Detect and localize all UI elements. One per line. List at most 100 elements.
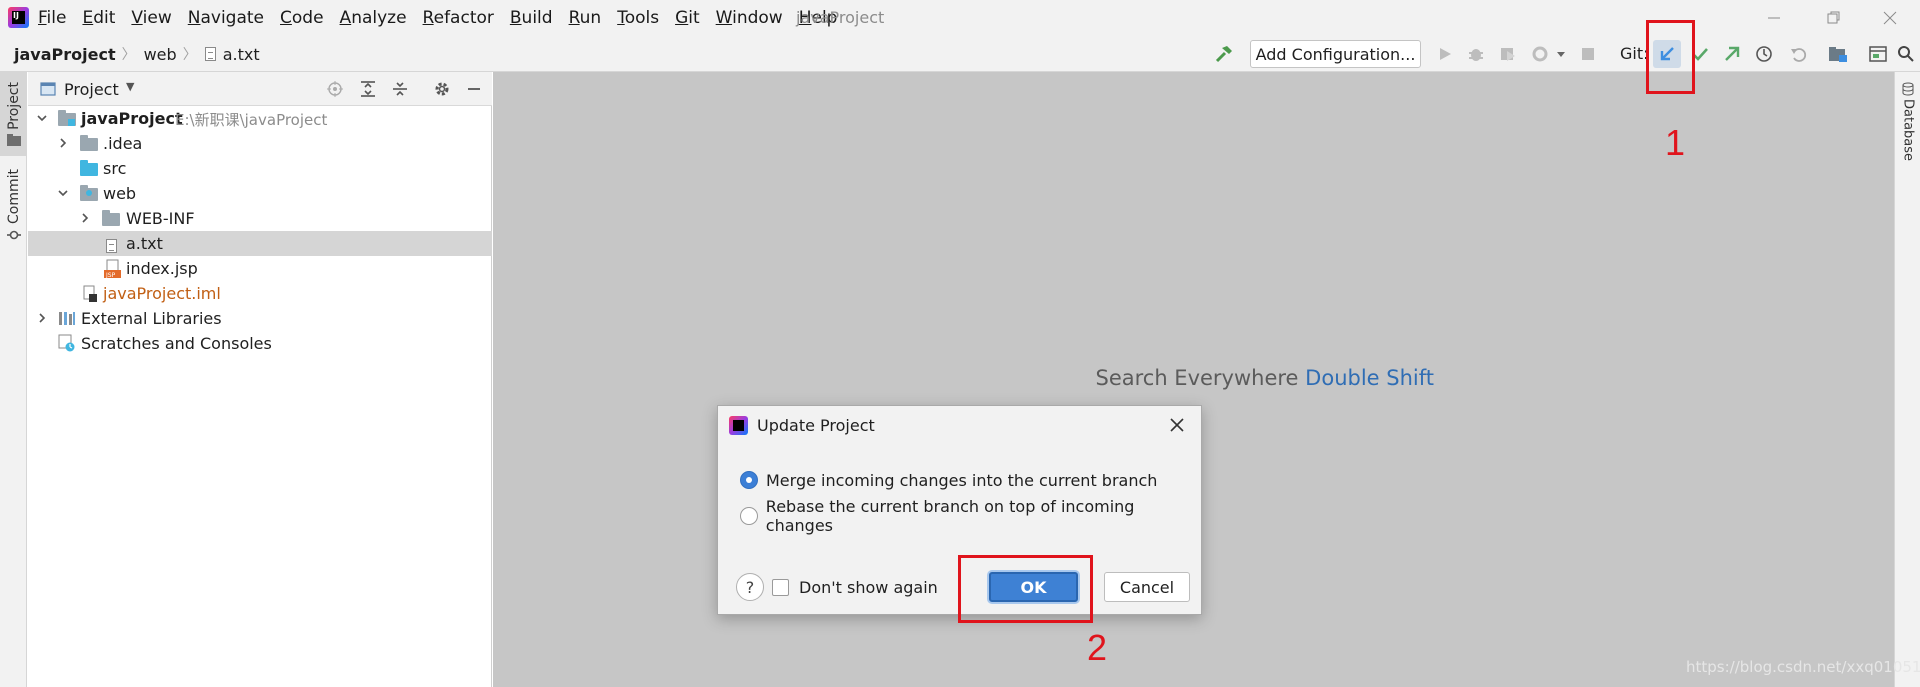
help-button[interactable]: ? [736, 573, 764, 601]
view-selector-chevron-down-icon[interactable]: ▼ [126, 80, 134, 93]
panel-settings-button[interactable] [433, 80, 451, 98]
menu-tools[interactable]: Tools [617, 8, 659, 28]
bug-icon [1469, 49, 1483, 61]
restore-icon [1827, 11, 1840, 24]
tree-item-idea[interactable]: .idea [28, 131, 492, 156]
left-tool-stripe: Project Commit [0, 72, 27, 687]
menu-build[interactable]: Build [510, 8, 553, 28]
tree-item-javaproject[interactable]: javaProject E:\新职课\javaProject [28, 106, 492, 131]
git-push-button[interactable] [1722, 44, 1742, 64]
project-panel-header: Project ▼ [28, 72, 492, 106]
breadcrumb-separator-icon: 〉 [182, 47, 197, 63]
breadcrumb-web[interactable]: web [144, 45, 177, 64]
annotation-number-2: 2 [1087, 627, 1108, 668]
commit-tool-window-tab[interactable]: Commit [0, 166, 27, 244]
search-icon [1898, 46, 1914, 62]
menu-window[interactable]: Window [716, 8, 783, 28]
locate-file-button[interactable] [326, 80, 344, 98]
chevron-right-icon[interactable] [57, 137, 69, 149]
expand-all-button[interactable] [359, 80, 377, 98]
project-view-icon [40, 82, 56, 96]
project-panel-title[interactable]: Project [64, 80, 119, 99]
build-hammer-button[interactable] [1214, 44, 1234, 64]
module-file-icon [82, 285, 98, 307]
merge-option[interactable]: Merge incoming changes into the current … [740, 468, 1157, 492]
folder-icon [80, 135, 98, 151]
database-tab-label: Database [1900, 99, 1916, 162]
git-history-button[interactable] [1754, 44, 1774, 64]
profile-button[interactable] [1530, 44, 1550, 64]
hide-panel-button[interactable] [465, 80, 483, 98]
stop-button[interactable] [1578, 44, 1598, 64]
git-rollback-button[interactable] [1788, 44, 1808, 64]
tree-item-scratches[interactable]: Scratches and Consoles [28, 331, 492, 356]
run-button[interactable] [1435, 44, 1455, 64]
breadcrumb-file[interactable]: a.txt [223, 45, 260, 64]
hint-shortcut: Double Shift [1305, 366, 1434, 390]
search-everywhere-button[interactable] [1896, 44, 1916, 64]
tree-item-web-inf[interactable]: WEB-INF [28, 206, 492, 231]
chevron-right-icon[interactable] [79, 212, 91, 224]
close-window-button[interactable] [1868, 4, 1912, 32]
tree-item-path: E:\新职课\javaProject [175, 111, 328, 129]
hint-text: Search Everywhere [1095, 366, 1299, 390]
tree-item-index-jsp[interactable]: JSP index.jsp [28, 256, 492, 281]
chevron-down-icon[interactable] [57, 187, 69, 199]
breadcrumb-separator-icon: 〉 [121, 47, 136, 63]
git-label: Git: [1620, 44, 1649, 63]
tree-item-javaproject-iml[interactable]: javaProject.iml [28, 281, 492, 306]
minimize-icon [468, 88, 480, 90]
tree-item-a-txt[interactable]: a.txt [28, 231, 492, 256]
collapse-all-button[interactable] [391, 80, 409, 98]
menu-navigate[interactable]: Navigate [188, 8, 264, 28]
menu-file[interactable]: File [38, 8, 66, 28]
menu-refactor[interactable]: Refactor [423, 8, 494, 28]
tree-item-label: javaProject [81, 109, 183, 128]
text-file-icon [106, 236, 117, 255]
tree-item-external-libraries[interactable]: External Libraries [28, 306, 492, 331]
menu-analyze[interactable]: Analyze [340, 8, 407, 28]
dont-show-again-checkbox[interactable] [772, 578, 789, 596]
web-folder-icon [80, 185, 98, 201]
chevron-down-icon[interactable] [36, 112, 48, 124]
tree-item-label: WEB-INF [126, 209, 195, 228]
chevron-right-icon[interactable] [36, 312, 48, 324]
menu-edit[interactable]: Edit [82, 8, 115, 28]
menu-code[interactable]: Code [280, 8, 324, 28]
rebase-option[interactable]: Rebase the current branch on top of inco… [740, 497, 1201, 535]
dialog-close-button[interactable] [1164, 412, 1190, 438]
tree-item-label: Scratches and Consoles [81, 334, 272, 353]
annotation-box-1 [1646, 20, 1695, 94]
run-coverage-button[interactable] [1498, 44, 1518, 64]
jsp-file-icon: JSP [104, 259, 122, 283]
title-bar: IJ File Edit View Navigate Code Analyze … [0, 0, 1920, 36]
breadcrumb: javaProject 〉 web 〉 a.txt [14, 36, 266, 72]
module-folder-icon [58, 110, 76, 126]
menu-git[interactable]: Git [675, 8, 700, 28]
merge-radio[interactable] [740, 471, 758, 489]
collapse-all-icon [393, 82, 407, 96]
menu-run[interactable]: Run [569, 8, 602, 28]
hammer-icon [1215, 46, 1232, 63]
undo-icon [1791, 48, 1807, 62]
menu-view[interactable]: View [131, 8, 171, 28]
tree-item-web[interactable]: web [28, 181, 492, 206]
dont-show-again-option[interactable]: Don't show again [772, 576, 938, 598]
project-structure-button[interactable] [1828, 44, 1848, 64]
svg-text:JSP: JSP [105, 272, 116, 279]
restore-button[interactable] [1812, 4, 1856, 32]
toggle-terminal-button[interactable] [1868, 44, 1888, 64]
database-tool-window-tab[interactable]: Database [1895, 82, 1920, 162]
rebase-radio[interactable] [740, 507, 758, 525]
debug-button[interactable] [1466, 44, 1486, 64]
breadcrumb-project[interactable]: javaProject [14, 45, 116, 64]
tree-item-src[interactable]: src [28, 156, 492, 181]
project-tool-window-tab[interactable]: Project [0, 72, 27, 156]
add-configuration-button[interactable]: Add Configuration... [1250, 40, 1421, 68]
more-run-options-button[interactable] [1551, 44, 1571, 64]
minimize-button[interactable] [1752, 4, 1796, 32]
source-folder-icon [80, 160, 98, 176]
tree-item-label: .idea [103, 134, 143, 153]
cancel-button[interactable]: Cancel [1104, 572, 1190, 602]
minimize-icon [1768, 17, 1780, 19]
